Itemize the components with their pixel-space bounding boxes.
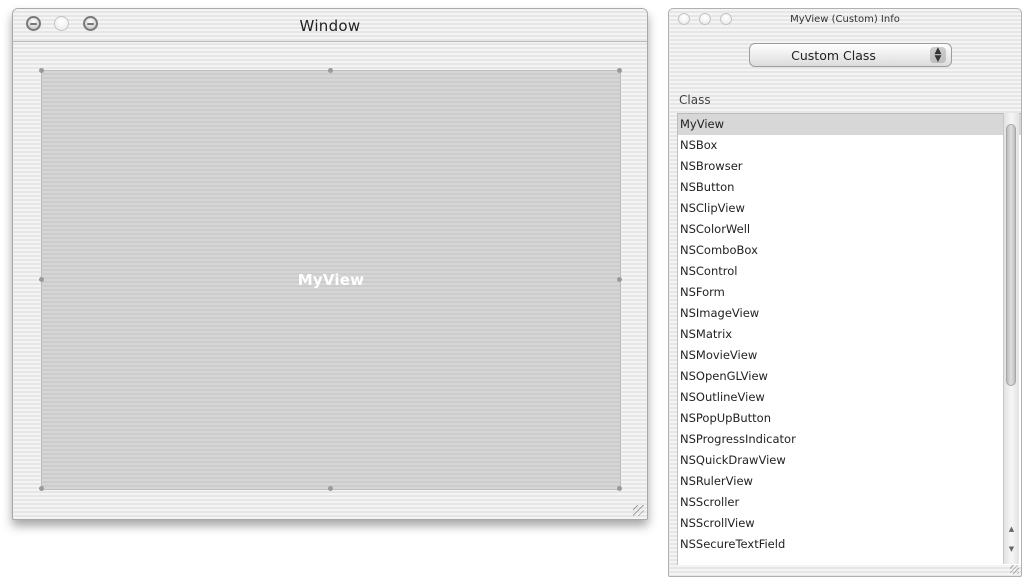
class-column-header: Class [679,93,711,107]
class-list[interactable]: MyView NSBox NSBrowser NSButton NSClipVi… [677,113,1021,565]
resize-grip-icon[interactable] [633,505,644,516]
list-item[interactable]: NSComboBox [678,240,1021,261]
list-item[interactable]: NSForm [678,282,1021,303]
list-item[interactable]: NSColorWell [678,219,1021,240]
list-item[interactable]: NSMatrix [678,324,1021,345]
up-down-arrows-icon: ▲ ▼ [930,47,946,64]
custom-view-myview[interactable]: MyView [41,70,621,490]
list-item[interactable]: MyView [678,114,1021,135]
list-item[interactable]: NSScrollView [678,513,1021,534]
resize-handle-bottom-right[interactable] [617,486,622,491]
list-item[interactable]: NSClipView [678,198,1021,219]
resize-handle-bottom-middle[interactable] [328,486,333,491]
list-item[interactable]: NSMovieView [678,345,1021,366]
list-item[interactable]: NSScroller [678,492,1021,513]
list-item[interactable]: NSProgressIndicator [678,429,1021,450]
list-item[interactable]: NSImageView [678,303,1021,324]
custom-view-label: MyView [297,271,365,289]
window-titlebar[interactable]: Window [13,9,647,42]
list-item[interactable]: NSBox [678,135,1021,156]
list-item[interactable]: NSOutlineView [678,387,1021,408]
list-item[interactable]: NSPopUpButton [678,408,1021,429]
list-item[interactable]: NSSecureTextField [678,534,1021,555]
scroll-up-arrow-icon[interactable]: ▲ [1004,525,1019,533]
resize-handle-top-right[interactable] [617,68,622,73]
scrollbar-thumb[interactable] [1006,124,1016,386]
list-item[interactable]: NSControl [678,261,1021,282]
info-panel: MyView (Custom) Info Custom Class ▲ ▼ Cla… [668,8,1022,577]
list-item[interactable]: NSQuickDrawView [678,450,1021,471]
window-title: Window [299,17,361,35]
scroll-down-arrow-icon[interactable]: ▼ [1004,545,1019,553]
list-item[interactable]: NSRulerView [678,471,1021,492]
resize-grip-icon[interactable] [1010,565,1019,574]
info-panel-title: MyView (Custom) Info [790,14,900,25]
list-item[interactable]: NSButton [678,177,1021,198]
resize-handle-middle-left[interactable] [39,277,44,282]
resize-handle-top-left[interactable] [39,68,44,73]
inspector-popup-button[interactable]: Custom Class ▲ ▼ [749,43,952,67]
window-content: MyView [13,42,647,519]
resize-handle-top-middle[interactable] [328,68,333,73]
list-item[interactable]: NSBrowser [678,156,1021,177]
resize-handle-bottom-left[interactable] [39,486,44,491]
resize-handle-middle-right[interactable] [617,277,622,282]
list-item[interactable]: NSOpenGLView [678,366,1021,387]
info-panel-titlebar[interactable]: MyView (Custom) Info [669,9,1021,31]
popup-selected-label: Custom Class [791,48,876,63]
main-window: Window MyView [12,8,648,520]
class-list-scrollbar[interactable]: ▲ ▼ [1003,113,1019,564]
